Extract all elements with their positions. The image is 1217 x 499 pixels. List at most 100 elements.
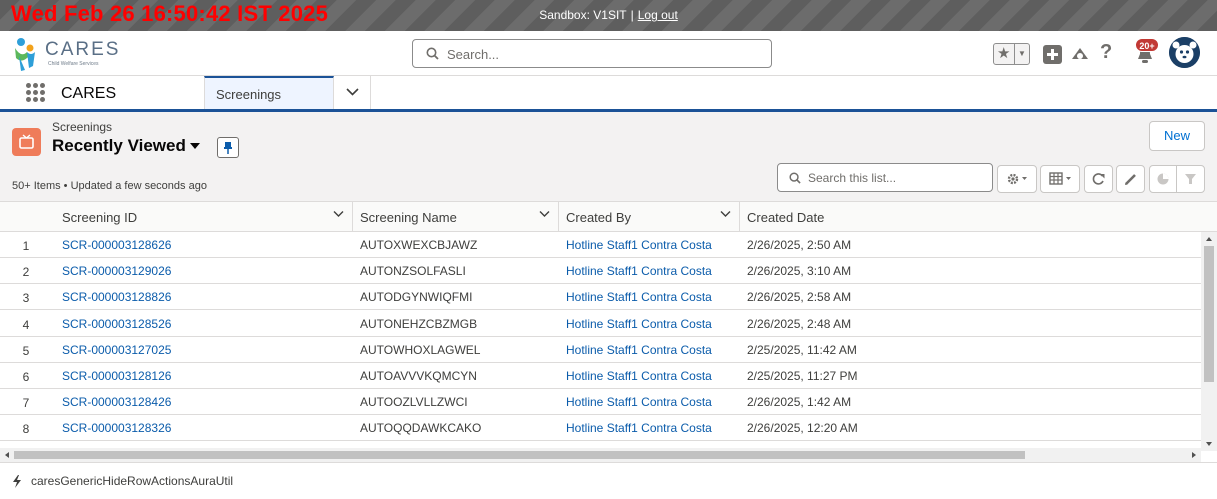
table-row[interactable]: 3 SCR-000003128826 AUTODGYNWIQFMI Hotline S… [0, 284, 1201, 311]
screening-id-link[interactable]: SCR-000003127025 [62, 343, 171, 357]
column-label: Screening ID [62, 210, 138, 225]
screening-id-link[interactable]: SCR-000003128526 [62, 317, 171, 331]
caret-down-icon[interactable] [190, 143, 200, 149]
app-name: CARES [61, 85, 117, 102]
display-as-button[interactable] [1040, 165, 1080, 193]
cloud-icon[interactable] [1070, 45, 1090, 63]
refresh-button[interactable] [1084, 165, 1113, 193]
scroll-left-icon[interactable] [2, 448, 12, 462]
tab-label: Screenings [216, 87, 282, 102]
utility-item[interactable]: caresGenericHideRowActionsAuraUtil [31, 474, 233, 488]
logout-link[interactable]: Log out [638, 8, 678, 22]
column-header-created-date[interactable]: Created Date [740, 202, 1217, 232]
column-header-created-by[interactable]: Created By [559, 202, 740, 232]
screening-id-link[interactable]: SCR-000003128826 [62, 290, 171, 304]
row-number: 2 [22, 265, 30, 280]
table-row[interactable]: 2 SCR-000003129026 AUTONZSOLFASLI Hotline S… [0, 258, 1201, 285]
tab-screenings[interactable]: Screenings [204, 76, 334, 109]
column-label: Screening Name [360, 210, 457, 225]
created-by-link[interactable]: Hotline Staff1 Contra Costa [566, 264, 712, 278]
chevron-down-icon[interactable]: ▼ [1018, 46, 1026, 62]
dot [26, 90, 31, 95]
divider [1014, 44, 1015, 64]
utility-bar: caresGenericHideRowActionsAuraUtil [0, 462, 1217, 499]
screening-id-link[interactable]: SCR-000003128326 [62, 421, 171, 435]
screening-id-link[interactable]: SCR-000003128626 [62, 238, 171, 252]
screening-name: AUTOQQDAWKCAKO [360, 421, 482, 436]
created-by-link[interactable]: Hotline Staff1 Contra Costa [566, 395, 712, 409]
tab-dropdown-button[interactable] [334, 76, 371, 109]
table-row[interactable]: 6 SCR-000003128126 AUTOAVVVKQMCYN Hotline S… [0, 363, 1201, 389]
help-icon[interactable]: ? [1100, 41, 1112, 64]
dot [26, 83, 31, 88]
list-status: 50+ Items • Updated a few seconds ago [12, 180, 207, 192]
filter-button[interactable] [1176, 165, 1205, 193]
app-launcher-icon[interactable] [26, 83, 46, 103]
scroll-down-icon[interactable] [1201, 439, 1217, 449]
row-number: 7 [22, 396, 30, 411]
dot [33, 83, 38, 88]
scroll-right-icon[interactable] [1189, 448, 1199, 462]
screening-name: AUTOOZLVLLZWCI [360, 395, 468, 410]
created-by-link[interactable]: Hotline Staff1 Contra Costa [566, 421, 712, 435]
lightning-icon [13, 475, 21, 488]
favorites-button[interactable]: ★ ▼ [993, 43, 1030, 65]
created-by-link[interactable]: Hotline Staff1 Contra Costa [566, 238, 712, 252]
scroll-up-icon[interactable] [1201, 234, 1217, 244]
created-date: 2/25/2025, 11:42 AM [747, 342, 857, 357]
table-row[interactable]: 8 SCR-000003128326 AUTOQQDAWKCAKO Hotline S… [0, 415, 1201, 442]
avatar[interactable] [1169, 37, 1200, 68]
horizontal-scrollbar[interactable] [0, 448, 1201, 462]
vertical-scrollbar[interactable] [1201, 232, 1217, 451]
table-row[interactable]: 5 SCR-000003127025 AUTOWHOXLAGWEL Hotline S… [0, 337, 1201, 363]
created-by-link[interactable]: Hotline Staff1 Contra Costa [566, 369, 712, 383]
chevron-down-icon[interactable] [333, 210, 344, 221]
column-label: Created Date [747, 210, 825, 225]
screening-id-link[interactable]: SCR-000003128126 [62, 369, 171, 383]
screening-name: AUTOAVVVKQMCYN [360, 369, 477, 383]
vertical-scroll-thumb[interactable] [1204, 246, 1214, 382]
screening-name: AUTOWHOXLAGWEL [360, 342, 481, 357]
chevron-down-icon[interactable] [539, 210, 550, 221]
filter-icon [1185, 174, 1196, 184]
search-icon [789, 172, 801, 184]
add-icon[interactable] [1043, 45, 1062, 64]
table-row[interactable]: 7 SCR-000003128426 AUTOOZLVLLZWCI Hotline S… [0, 389, 1201, 416]
notification-badge: 20+ [1135, 38, 1159, 52]
chevron-down-icon[interactable] [720, 210, 731, 221]
screening-id-link[interactable]: SCR-000003129026 [62, 264, 171, 278]
column-header-screening-id[interactable]: Screening ID [52, 202, 353, 232]
created-by-link[interactable]: Hotline Staff1 Contra Costa [566, 343, 712, 357]
screening-id-link[interactable]: SCR-000003128426 [62, 395, 171, 409]
list-view-header: Screenings Recently Viewed New 50+ Items… [0, 112, 1217, 202]
created-date: 2/25/2025, 11:27 PM [747, 369, 858, 383]
created-date: 2/26/2025, 12:20 AM [747, 421, 858, 436]
screening-name: AUTOXWEXCBJAWZ [360, 238, 478, 252]
horizontal-scroll-thumb[interactable] [14, 451, 1025, 459]
app-navigation: CARES Screenings [0, 76, 1217, 112]
list-search-input[interactable]: Search this list... [777, 163, 993, 192]
table-row[interactable]: 1 SCR-000003128626 AUTOXWEXCBJAWZ Hotline S… [0, 232, 1201, 258]
global-search-input[interactable]: Search... [412, 39, 772, 68]
edit-button[interactable] [1116, 165, 1145, 193]
cares-logo[interactable]: CARES Child Welfare Services [13, 36, 123, 72]
created-by-link[interactable]: Hotline Staff1 Contra Costa [566, 317, 712, 331]
global-search-placeholder: Search... [447, 47, 500, 62]
dot [40, 90, 45, 95]
column-header-screening-name[interactable]: Screening Name [353, 202, 559, 232]
list-controls-button[interactable] [997, 165, 1037, 193]
row-number: 5 [22, 343, 30, 358]
screening-name: AUTODGYNWIQFMI [360, 290, 473, 305]
logo-text: CARES [45, 39, 121, 60]
chart-button[interactable] [1149, 165, 1177, 193]
avatar-icon [1169, 37, 1200, 68]
created-by-link[interactable]: Hotline Staff1 Contra Costa [566, 290, 712, 304]
refresh-icon [1092, 173, 1105, 185]
pin-button[interactable] [217, 137, 239, 158]
column-label: Created By [566, 210, 632, 225]
list-view-selector[interactable]: Recently Viewed [52, 136, 186, 156]
table-row[interactable]: 4 SCR-000003128526 AUTONEHZCBZMGB Hotline S… [0, 311, 1201, 337]
new-button[interactable]: New [1149, 121, 1205, 151]
row-number: 1 [22, 239, 30, 253]
list-search-placeholder: Search this list... [808, 171, 897, 185]
